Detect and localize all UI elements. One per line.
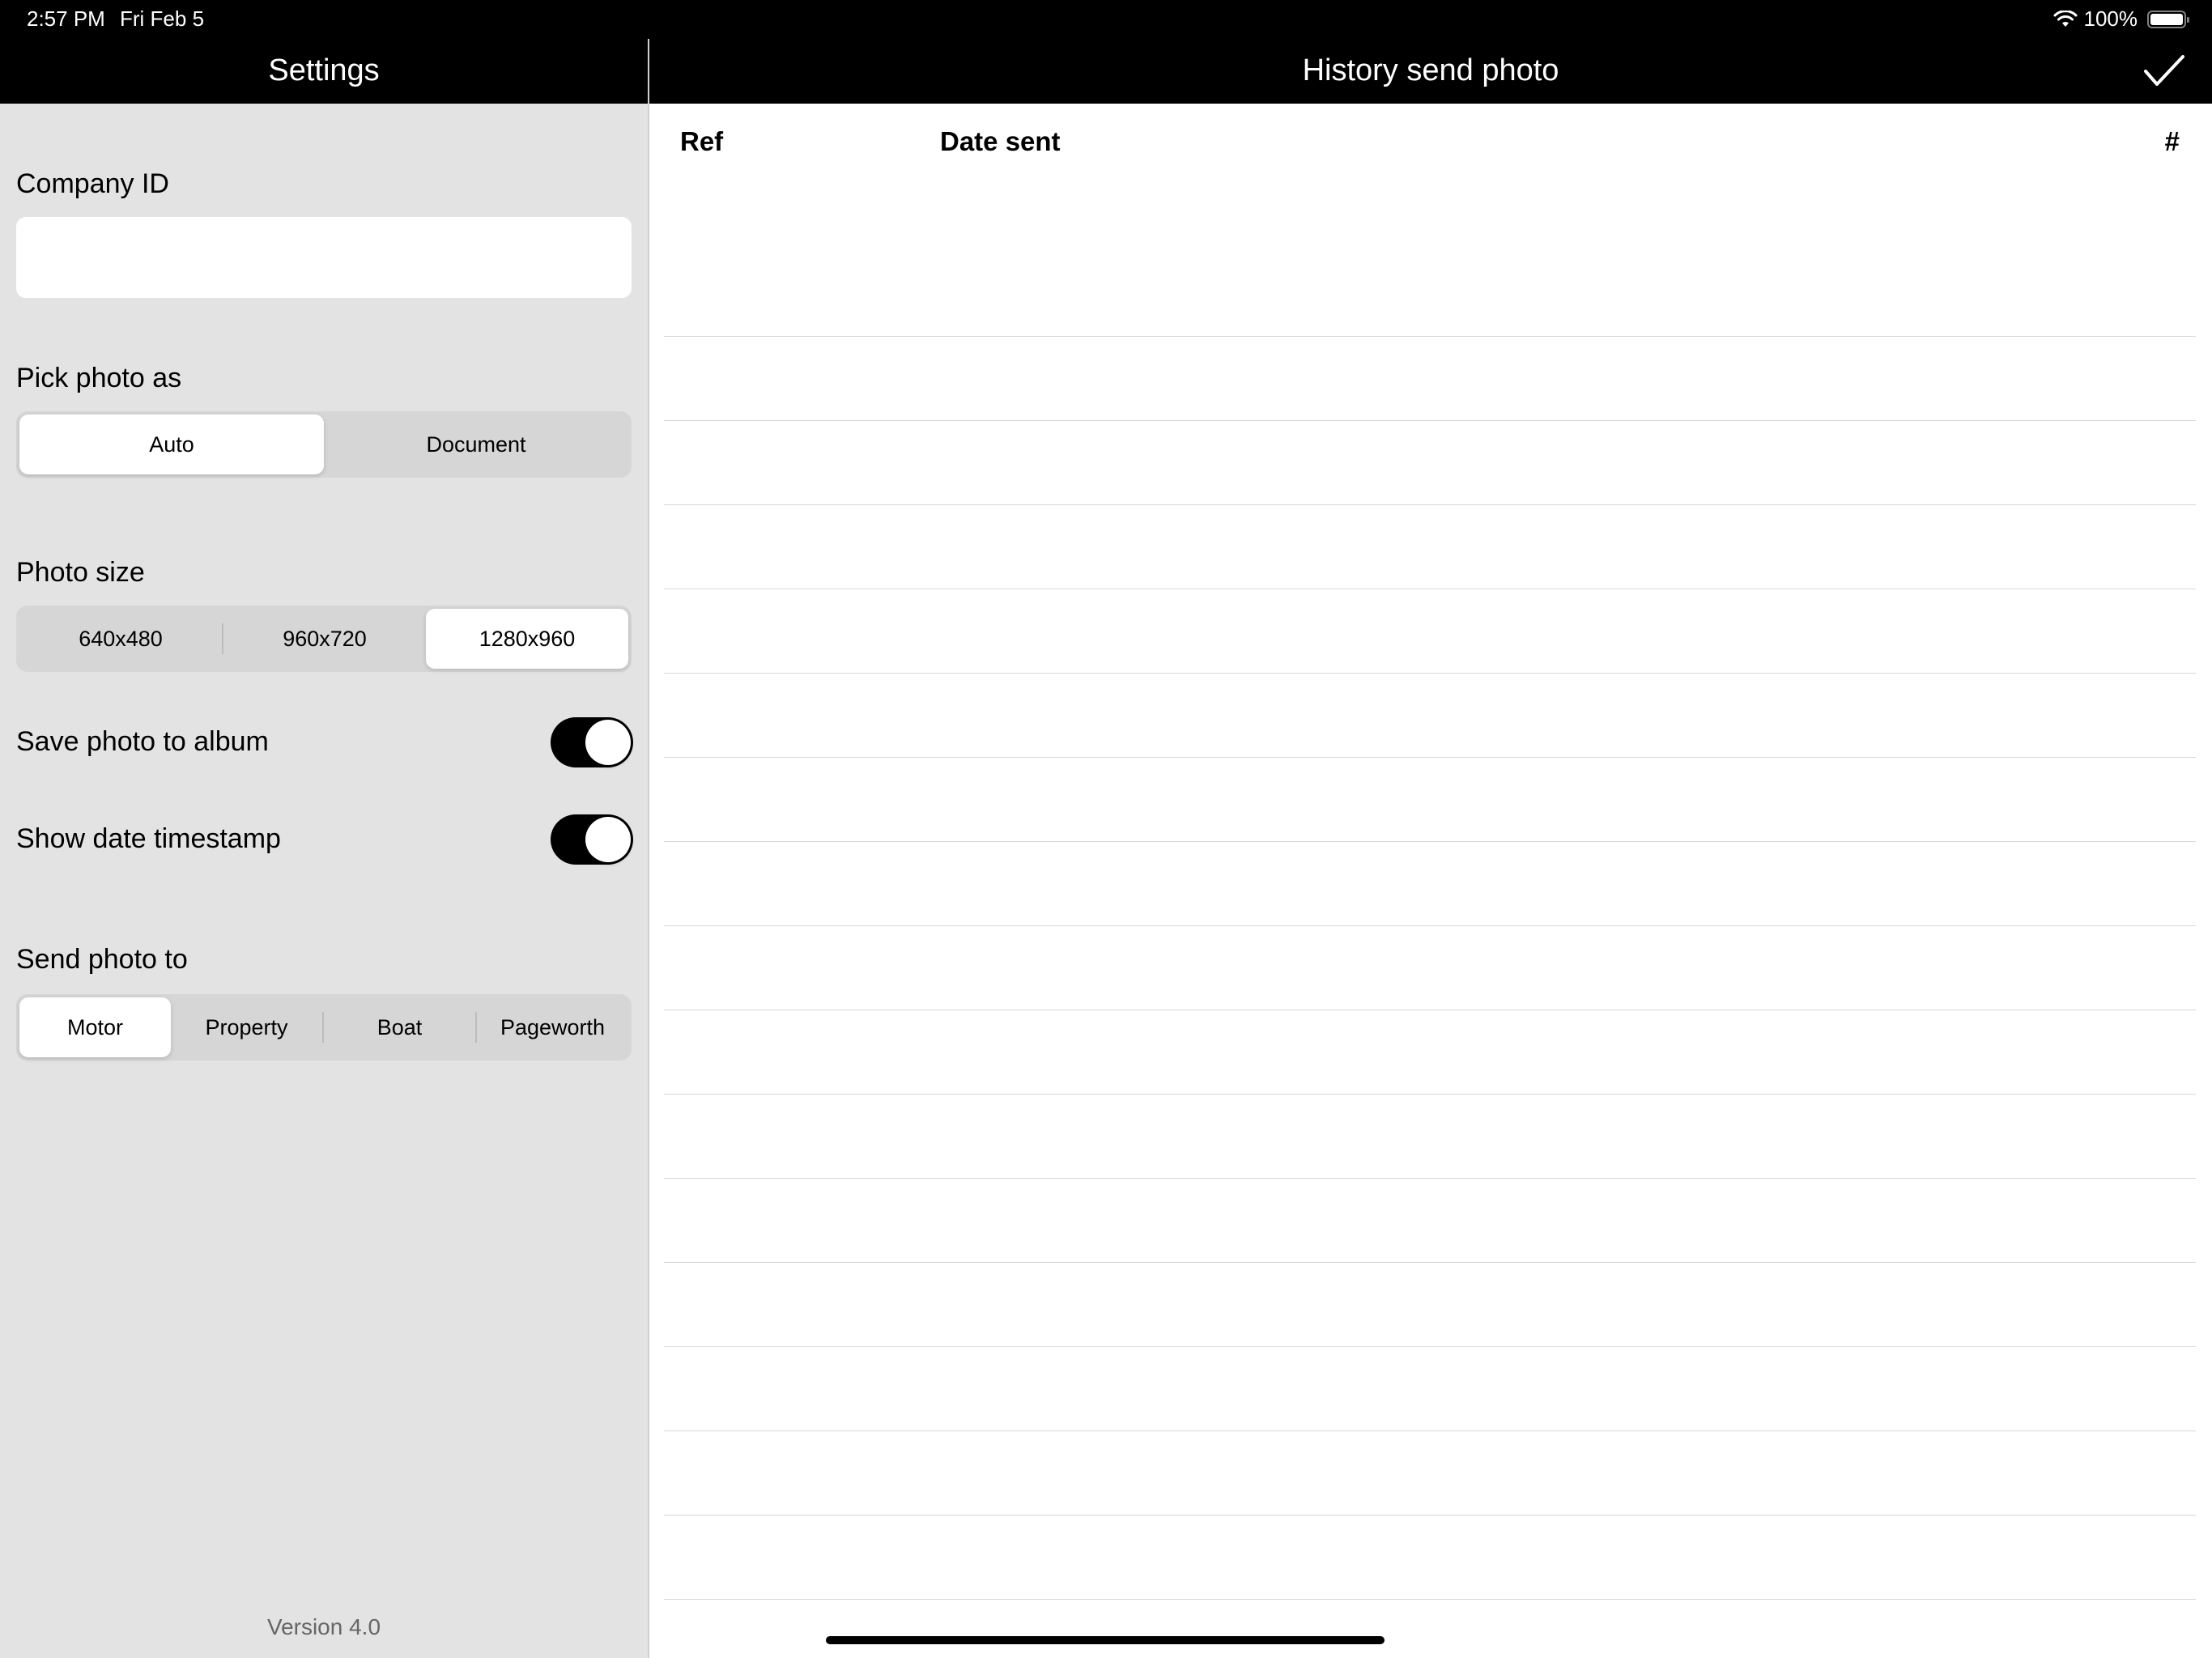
photo-size-label: Photo size xyxy=(16,557,145,588)
table-row xyxy=(664,1179,2196,1263)
table-row xyxy=(664,926,2196,1010)
battery-icon xyxy=(2147,10,2189,28)
status-indicators: 100% xyxy=(2053,6,2189,32)
photo-size-960-segment[interactable]: 960x720 xyxy=(223,609,426,669)
battery-percent: 100% xyxy=(2083,6,2138,31)
send-to-property-segment[interactable]: Property xyxy=(171,997,322,1057)
show-date-timestamp-label: Show date timestamp xyxy=(16,823,281,854)
send-photo-to-label: Send photo to xyxy=(16,944,188,975)
table-row xyxy=(664,589,2196,674)
status-time: 2:57 PM xyxy=(27,6,105,31)
save-photo-to-album-toggle[interactable] xyxy=(551,717,633,767)
status-date: Fri Feb 5 xyxy=(120,6,205,31)
photo-size-640-segment[interactable]: 640x480 xyxy=(19,609,222,669)
photo-size-control: 640x480 960x720 1280x960 xyxy=(16,606,632,672)
checkmark-icon xyxy=(2144,55,2184,86)
table-row xyxy=(664,758,2196,842)
column-count-header: # xyxy=(2164,126,2180,156)
history-table-header: Ref Date sent # xyxy=(664,121,2196,170)
table-row xyxy=(664,1431,2196,1516)
status-bar: 2:57 PM Fri Feb 5 100% xyxy=(0,0,2212,39)
table-row xyxy=(664,1095,2196,1179)
version-label: Version 4.0 xyxy=(266,1614,381,1639)
send-photo-to-control: Motor Property Boat Pageworth xyxy=(16,994,632,1061)
table-row xyxy=(664,1263,2196,1347)
settings-panel: Settings Company ID Pick photo as Auto D… xyxy=(0,0,648,1658)
table-row xyxy=(664,253,2196,337)
history-title: History send photo xyxy=(1302,53,1559,87)
split-divider xyxy=(648,39,649,1658)
send-to-motor-segment[interactable]: Motor xyxy=(19,997,171,1057)
screen: Settings Company ID Pick photo as Auto D… xyxy=(0,0,2212,1658)
history-table xyxy=(664,253,2196,1600)
send-to-boat-segment[interactable]: Boat xyxy=(324,997,475,1057)
table-row xyxy=(664,1516,2196,1600)
toggle-knob xyxy=(585,720,631,765)
settings-title: Settings xyxy=(268,53,380,87)
table-row xyxy=(664,1010,2196,1095)
photo-size-1280-segment[interactable]: 1280x960 xyxy=(426,609,628,669)
wifi-icon xyxy=(2053,10,2078,28)
table-row xyxy=(664,421,2196,505)
table-row xyxy=(664,505,2196,589)
settings-nav-bar: Settings xyxy=(0,39,648,104)
table-row xyxy=(664,1347,2196,1431)
save-photo-to-album-label: Save photo to album xyxy=(16,726,269,757)
table-row xyxy=(664,674,2196,758)
column-ref-header: Ref xyxy=(680,126,724,156)
pick-photo-auto-segment[interactable]: Auto xyxy=(19,414,324,474)
home-indicator xyxy=(826,1636,1385,1644)
company-id-input[interactable] xyxy=(16,217,632,298)
send-to-pageworth-segment[interactable]: Pageworth xyxy=(477,997,628,1057)
pick-photo-document-segment[interactable]: Document xyxy=(324,414,628,474)
toggle-knob xyxy=(585,817,631,862)
history-nav-bar: History send photo xyxy=(649,39,2212,104)
company-id-label: Company ID xyxy=(16,168,169,199)
done-checkmark-button[interactable] xyxy=(2142,52,2186,91)
pick-photo-as-label: Pick photo as xyxy=(16,363,182,393)
show-date-timestamp-toggle[interactable] xyxy=(551,814,633,865)
column-date-sent-header: Date sent xyxy=(940,126,1061,156)
pick-photo-as-control: Auto Document xyxy=(16,411,632,478)
table-row xyxy=(664,337,2196,421)
table-row xyxy=(664,842,2196,926)
